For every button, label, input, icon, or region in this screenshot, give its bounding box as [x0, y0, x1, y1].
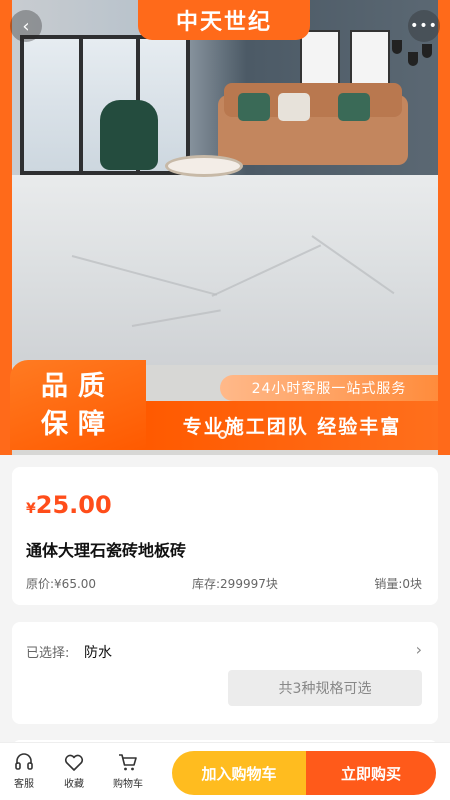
product-image[interactable]: 中天世纪 ‹ ••• 品质 保障 24小时客服一站式服务 专业施工团队 经验丰富: [0, 0, 450, 455]
cart-icon: [119, 754, 137, 771]
service-banner: 24小时客服一站式服务: [220, 375, 438, 401]
spec-selector-card[interactable]: 已选择: 防水 › 共3种规格可选: [12, 622, 438, 724]
price-value: 25.00: [35, 491, 112, 519]
sales: 销量:0块: [374, 577, 422, 591]
stock: 库存:299997块: [192, 577, 278, 591]
currency-symbol: ¥: [26, 501, 36, 517]
selected-value: 防水: [84, 645, 112, 661]
headset-icon: [15, 753, 33, 770]
quality-badge: 品质 保障: [10, 360, 146, 450]
favorite-button[interactable]: 收藏: [54, 751, 94, 790]
service-label: 客服: [14, 779, 34, 790]
bottom-action-bar: 客服 收藏 购物车 加入购物车 立即购买: [0, 742, 450, 800]
cart-label: 购物车: [113, 779, 143, 790]
selected-label: 已选择:: [26, 646, 70, 661]
price: ¥25.00: [26, 491, 112, 519]
heart-icon: [64, 754, 84, 771]
product-info-card: ¥25.00 通体大理石瓷砖地板砖 原价:¥65.00 库存:299997块 销…: [12, 467, 438, 605]
buy-now-button[interactable]: 立即购买: [306, 751, 436, 795]
quality-line2: 保障: [41, 409, 115, 440]
carousel-indicator: [218, 430, 227, 439]
spec-options-button[interactable]: 共3种规格可选: [228, 670, 422, 706]
more-button[interactable]: •••: [408, 10, 440, 42]
chevron-right-icon[interactable]: ›: [416, 640, 422, 659]
back-button[interactable]: ‹: [10, 10, 42, 42]
more-dots-icon: •••: [410, 18, 438, 34]
brand-tag: 中天世纪: [138, 0, 310, 40]
service-button[interactable]: 客服: [4, 751, 44, 790]
favorite-label: 收藏: [64, 779, 84, 790]
quality-line1: 品质: [41, 371, 115, 402]
cart-button[interactable]: 购物车: [108, 751, 148, 790]
slogan-banner: 专业施工团队 经验丰富: [146, 401, 438, 450]
add-to-cart-button[interactable]: 加入购物车: [172, 751, 306, 795]
product-title: 通体大理石瓷砖地板砖: [26, 541, 187, 560]
chevron-left-icon: ‹: [22, 15, 30, 37]
original-price: 原价:¥65.00: [26, 577, 97, 591]
